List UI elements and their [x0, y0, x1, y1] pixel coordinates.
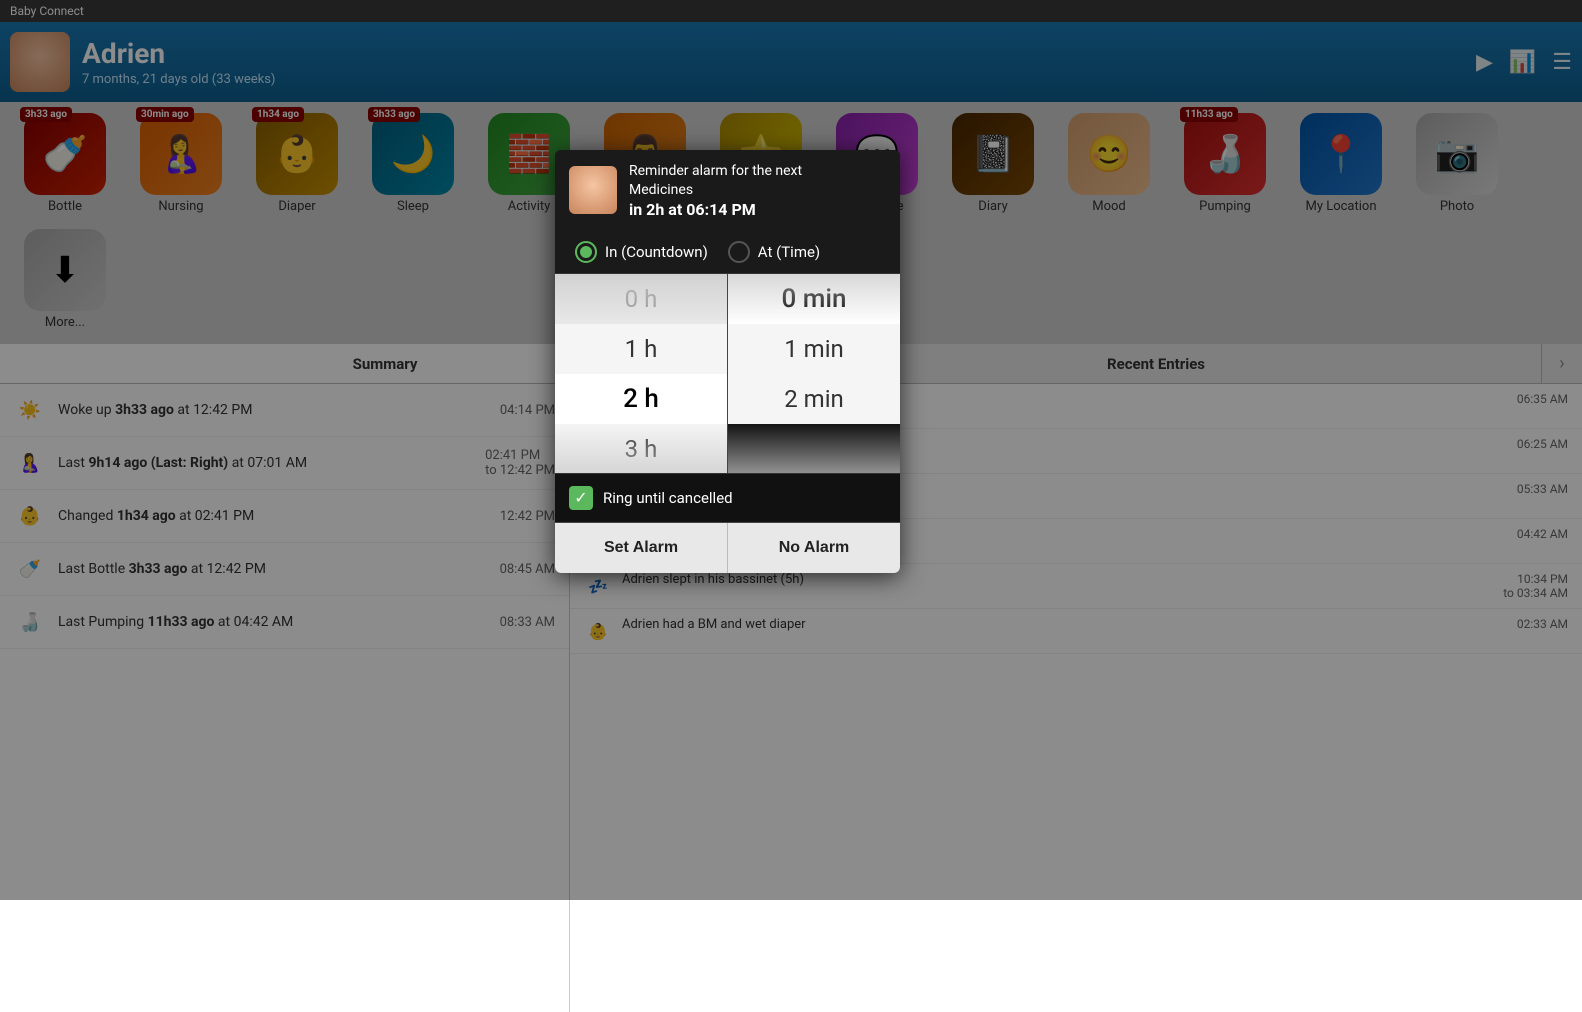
modal-medicine-name: Medicines — [629, 182, 802, 198]
min-picker-item[interactable]: 0 min — [728, 274, 900, 324]
alarm-modal: Reminder alarm for the next Medicines in… — [555, 150, 900, 573]
min-picker-item[interactable]: 2 min — [728, 374, 900, 424]
mode-attime[interactable]: At (Time) — [728, 241, 820, 263]
ring-option[interactable]: ✓ Ring until cancelled — [555, 473, 900, 522]
modal-mode-selector: In (Countdown) At (Time) — [555, 231, 900, 273]
modal-time-label: in 2h at 06:14 PM — [629, 200, 802, 219]
picker-area: 0 h1 h2 h3 h4 h 0 min1 min2 min — [555, 273, 900, 473]
mode-attime-label: At (Time) — [758, 243, 820, 261]
hour-picker-item[interactable]: 1 h — [555, 324, 727, 374]
hour-picker[interactable]: 0 h1 h2 h3 h4 h — [555, 274, 727, 473]
no-alarm-button[interactable]: No Alarm — [727, 523, 900, 573]
modal-header: Reminder alarm for the next Medicines in… — [555, 150, 900, 231]
radio-countdown[interactable] — [575, 241, 597, 263]
mode-countdown[interactable]: In (Countdown) — [575, 241, 708, 263]
set-alarm-button[interactable]: Set Alarm — [555, 523, 727, 573]
min-picker[interactable]: 0 min1 min2 min — [727, 274, 900, 473]
radio-attime[interactable] — [728, 241, 750, 263]
ring-label: Ring until cancelled — [603, 489, 733, 507]
modal-avatar — [569, 166, 617, 214]
modal-title: Reminder alarm for the next — [629, 162, 802, 182]
modal-header-text: Reminder alarm for the next Medicines in… — [629, 162, 802, 219]
hour-picker-item[interactable]: 2 h — [555, 374, 727, 424]
modal-buttons: Set Alarm No Alarm — [555, 522, 900, 573]
min-picker-item[interactable]: 1 min — [728, 324, 900, 374]
hour-picker-item[interactable]: 0 h — [555, 274, 727, 324]
ring-checkbox[interactable]: ✓ — [569, 486, 593, 510]
hour-picker-item[interactable]: 3 h — [555, 424, 727, 473]
mode-countdown-label: In (Countdown) — [605, 243, 708, 261]
